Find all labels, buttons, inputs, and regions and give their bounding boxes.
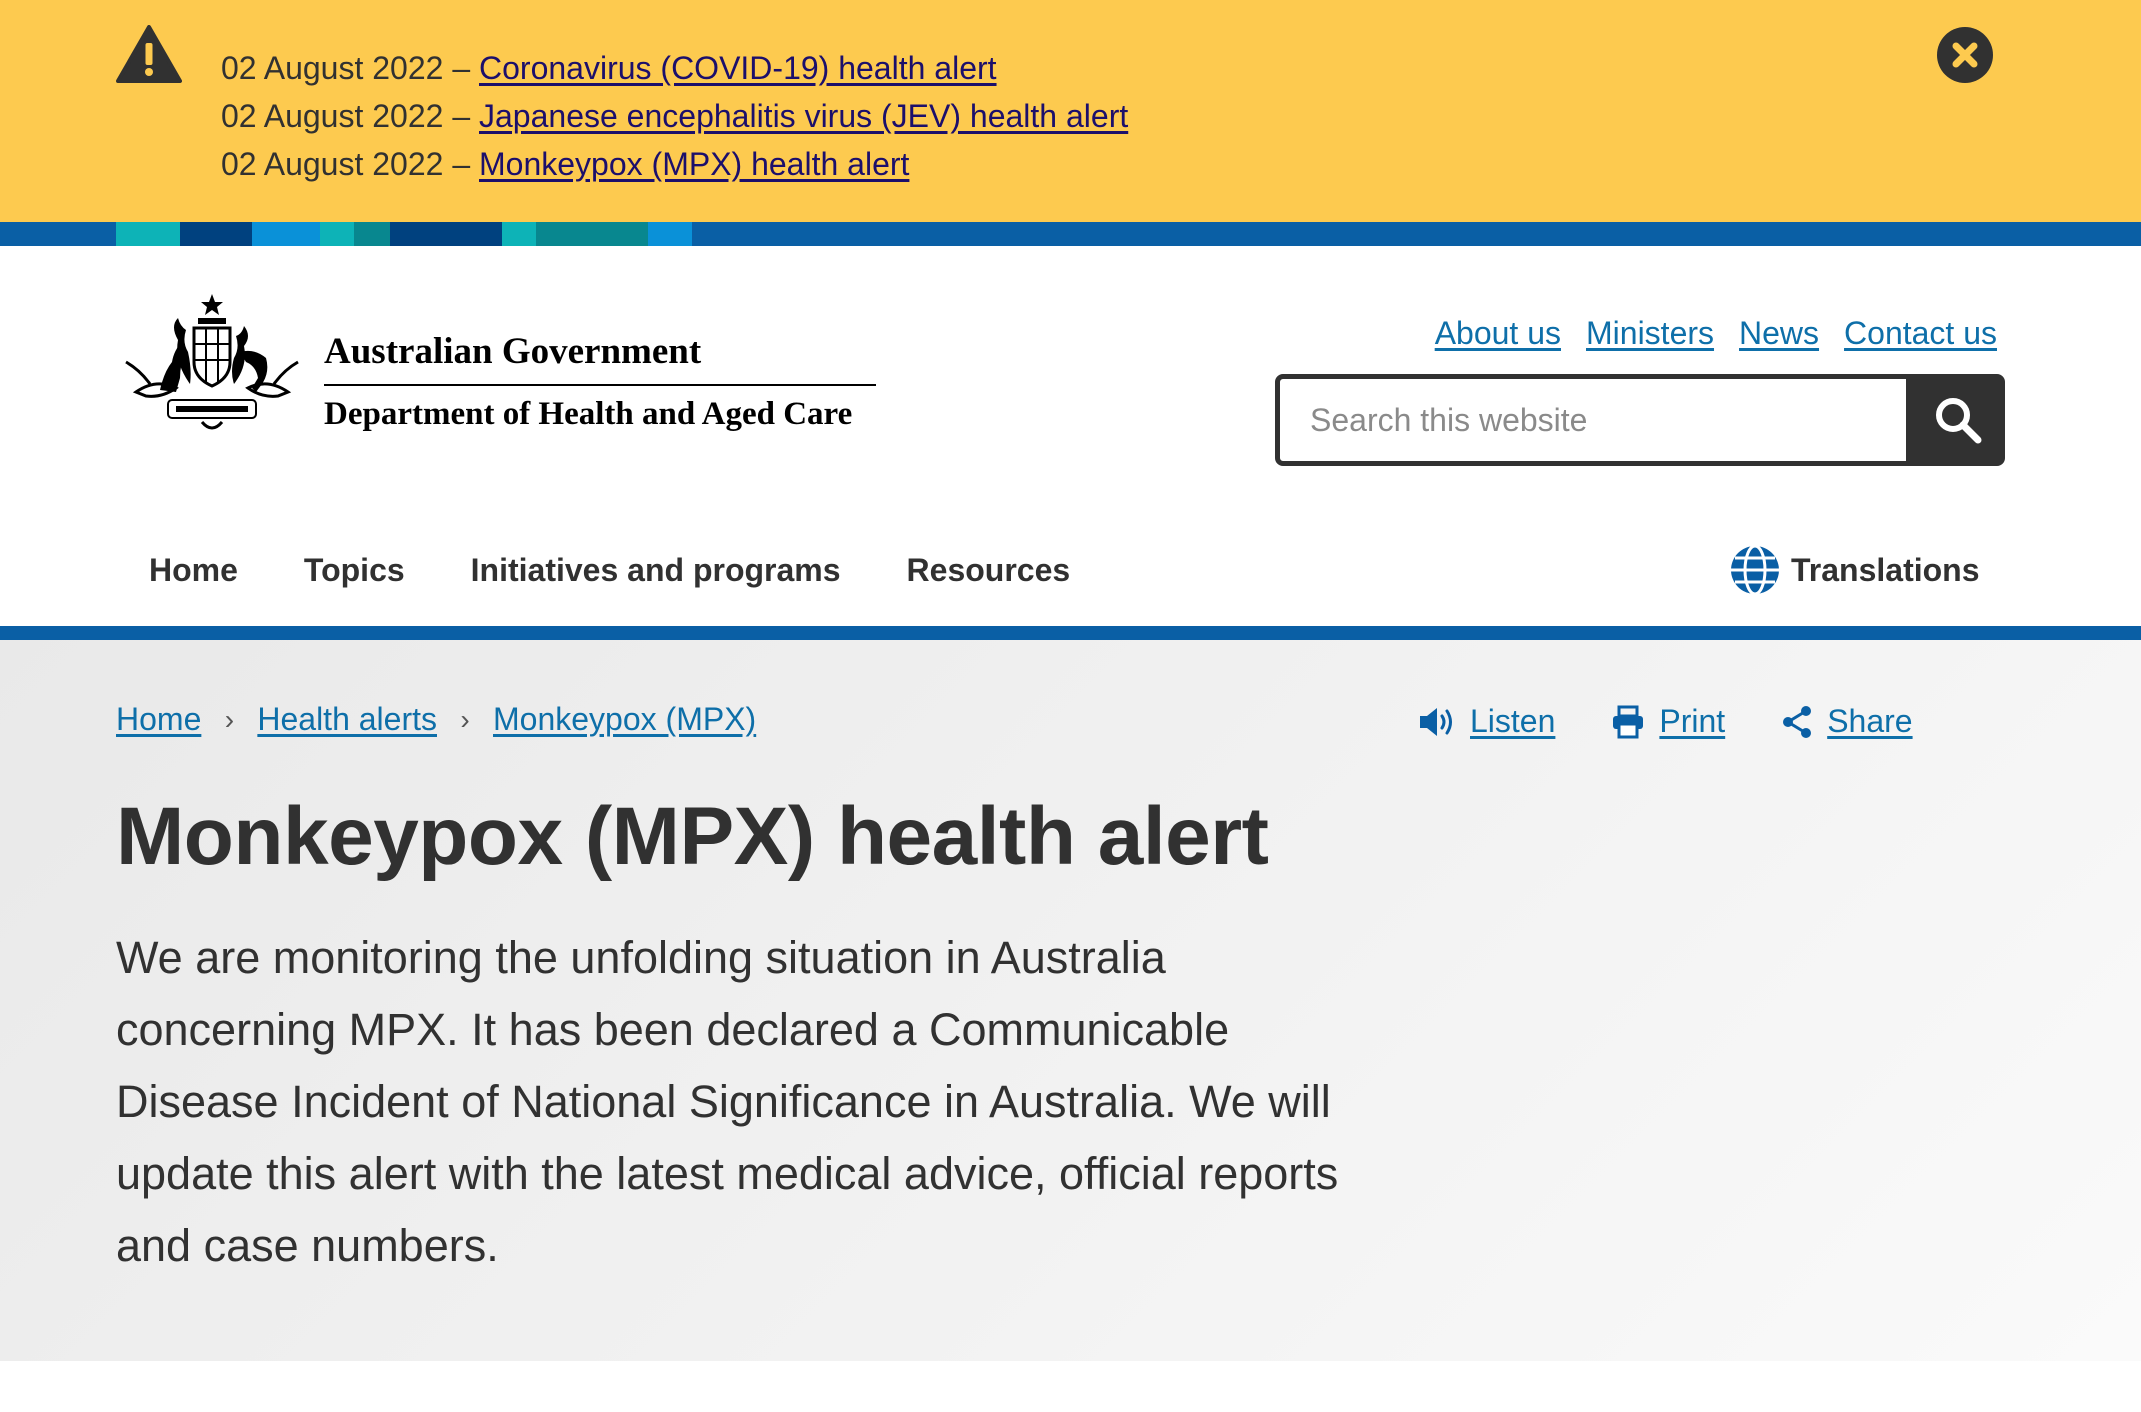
alert-item: 02 August 2022 – Monkeypox (MPX) health … [221, 140, 1128, 188]
ministers-link[interactable]: Ministers [1586, 315, 1714, 352]
translations-button[interactable]: Translations [1729, 544, 1980, 596]
nav-topics[interactable]: Topics [271, 552, 438, 589]
nav-divider [0, 626, 2141, 640]
about-us-link[interactable]: About us [1435, 315, 1561, 352]
breadcrumb: Home › Health alerts › Monkeypox (MPX) [116, 701, 756, 738]
search-bar [1275, 374, 2005, 466]
news-link[interactable]: News [1739, 315, 1819, 352]
globe-icon [1731, 544, 1779, 596]
chevron-right-icon: › [460, 703, 470, 735]
nav-initiatives-and-programs[interactable]: Initiatives and programs [438, 552, 874, 589]
alert-item: 02 August 2022 – Japanese encephalitis v… [221, 92, 1128, 140]
print-button[interactable]: Print [1611, 703, 1725, 740]
share-label: Share [1827, 703, 1913, 739]
organisation-name: Australian Government Department of Heal… [324, 326, 876, 434]
utility-nav: About us Ministers News Contact us [1435, 315, 1997, 352]
government-name: Australian Government [324, 326, 876, 386]
close-alert-button[interactable] [1937, 27, 1993, 83]
translations-label: Translations [1791, 551, 1980, 588]
breadcrumb-health-alerts[interactable]: Health alerts [257, 701, 437, 738]
share-icon [1783, 705, 1812, 738]
alert-list: 02 August 2022 – Coronavirus (COVID-19) … [221, 44, 1128, 188]
search-button[interactable] [1911, 374, 2005, 466]
nav-resources[interactable]: Resources [874, 552, 1104, 589]
chevron-right-icon: › [224, 703, 235, 735]
share-button[interactable]: Share [1781, 703, 1913, 740]
page-actions: Listen Print Share [1418, 703, 1913, 740]
listen-label: Listen [1470, 703, 1556, 739]
alert-date: 02 August 2022 – [221, 98, 479, 134]
intro-paragraph: We are monitoring the unfolding situatio… [116, 932, 1339, 1271]
nav-home[interactable]: Home [116, 552, 271, 589]
alert-banner: 02 August 2022 – Coronavirus (COVID-19) … [0, 0, 2141, 222]
coat-of-arms-logo [125, 294, 299, 430]
alert-link-jev[interactable]: Japanese encephalitis virus (JEV) health… [479, 98, 1128, 134]
warning-icon [116, 25, 182, 83]
alert-date: 02 August 2022 – [221, 50, 479, 86]
decorative-stripe [0, 222, 2141, 246]
department-name: Department of Health and Aged Care [324, 396, 853, 432]
listen-button[interactable]: Listen [1418, 703, 1555, 740]
close-icon [1952, 42, 1978, 68]
search-input[interactable] [1275, 374, 1911, 466]
breadcrumb-monkeypox[interactable]: Monkeypox (MPX) [493, 701, 756, 738]
contact-us-link[interactable]: Contact us [1844, 315, 1997, 352]
printer-icon [1613, 705, 1644, 738]
alert-date: 02 August 2022 – [221, 146, 479, 182]
speaker-icon [1420, 707, 1452, 736]
alert-link-mpx[interactable]: Monkeypox (MPX) health alert [479, 146, 909, 182]
main-nav: Home Topics Initiatives and programs Res… [116, 544, 1103, 596]
alert-link-covid[interactable]: Coronavirus (COVID-19) health alert [479, 50, 997, 86]
search-icon [1936, 398, 1982, 444]
breadcrumb-home[interactable]: Home [116, 701, 201, 738]
print-label: Print [1659, 703, 1726, 739]
alert-item: 02 August 2022 – Coronavirus (COVID-19) … [221, 44, 1128, 92]
page-title: Monkeypox (MPX) health alert [116, 791, 1269, 882]
